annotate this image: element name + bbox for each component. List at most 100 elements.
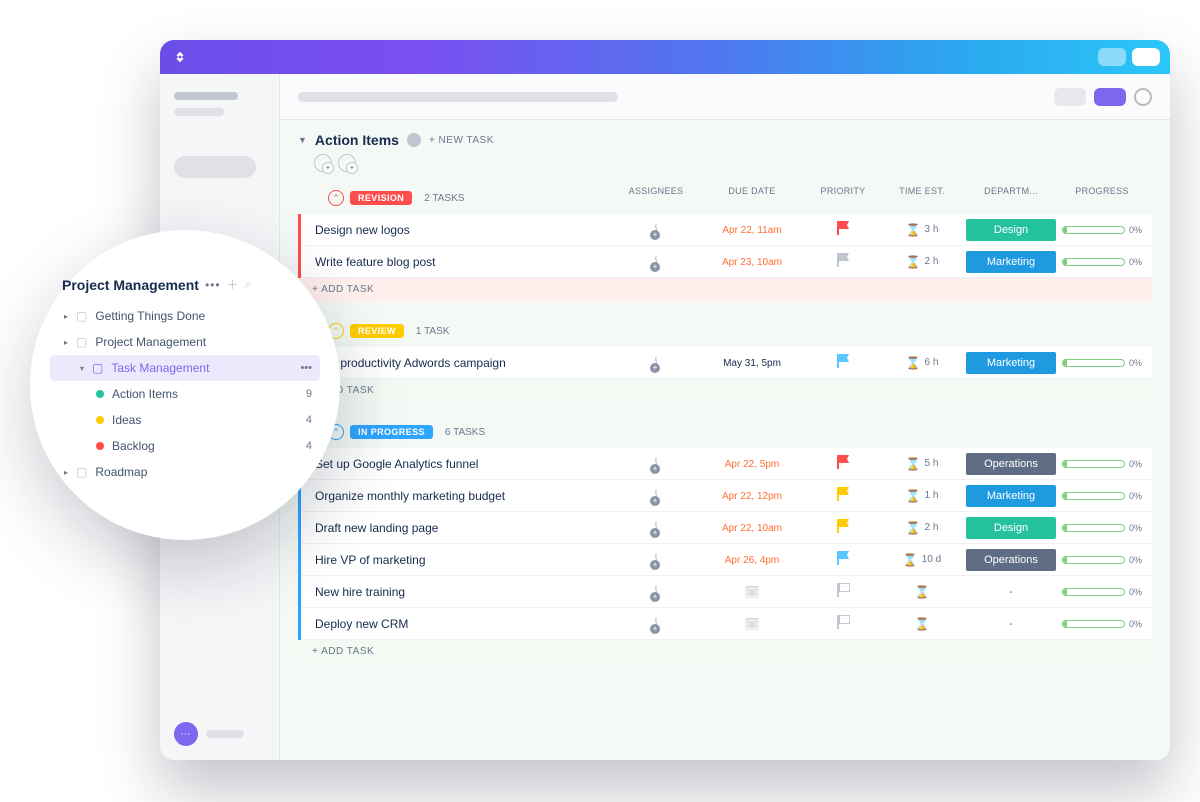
column-header-due: DUE DATE — [702, 186, 802, 210]
tree-item-meta: 4 — [306, 440, 312, 452]
time-estimate[interactable]: ⌛3 h — [884, 223, 960, 237]
hourglass-icon: ⌛ — [915, 585, 930, 599]
department-tag[interactable]: Marketing — [966, 485, 1056, 507]
hourglass-icon: ⌛ — [906, 356, 921, 370]
assignee-add-icon[interactable] — [655, 521, 657, 535]
tree-item[interactable]: ▸▢Project Management — [50, 329, 320, 355]
department-tag[interactable]: Operations — [966, 549, 1056, 571]
department-tag[interactable]: Marketing — [966, 251, 1056, 273]
tree-item[interactable]: ▸▢Getting Things Done — [50, 303, 320, 329]
tree-item-label: Project Management — [95, 335, 206, 349]
more-icon[interactable]: ••• — [205, 278, 221, 292]
time-estimate[interactable]: ⌛2 h — [884, 521, 960, 535]
time-estimate[interactable]: ⌛ — [884, 617, 960, 631]
assignee-add-icon[interactable] — [655, 553, 657, 567]
due-date[interactable]: Apr 22, 12pm — [722, 491, 782, 502]
department-tag[interactable]: Marketing — [966, 352, 1056, 374]
time-estimate[interactable]: ⌛ — [884, 585, 960, 599]
due-date[interactable]: Apr 23, 10am — [722, 257, 782, 268]
chat-button[interactable]: ⋯ — [174, 722, 198, 746]
priority-flag-icon[interactable] — [837, 487, 849, 501]
due-date[interactable]: Apr 22, 5pm — [725, 459, 779, 470]
filter-icon[interactable] — [314, 154, 332, 172]
new-task-button[interactable]: + NEW TASK — [429, 135, 494, 146]
priority-flag-icon[interactable] — [837, 615, 849, 629]
chevron-down-icon[interactable]: ▼ — [298, 135, 307, 145]
assignee-add-icon[interactable] — [655, 585, 657, 599]
search-icon[interactable]: ⌕ — [245, 277, 252, 292]
calendar-icon[interactable]: 🗓 — [744, 585, 759, 599]
sidebar-search[interactable] — [174, 156, 256, 178]
add-task-button[interactable]: + ADD TASK — [298, 640, 1152, 663]
task-row[interactable]: Deploy new CRM🗓⌛-0% — [301, 608, 1152, 640]
task-title: Set up Google Analytics funnel — [315, 457, 610, 471]
status-dot-icon — [96, 416, 104, 424]
toolbar — [280, 74, 1170, 120]
assignee-add-icon[interactable] — [655, 255, 657, 269]
tree-item[interactable]: ▾▢Task Management••• — [50, 355, 320, 381]
progress-percent: 0% — [1129, 555, 1142, 565]
priority-flag-icon[interactable] — [837, 354, 849, 368]
assignee-filter-icon[interactable] — [338, 154, 356, 172]
column-header-assignees — [616, 319, 696, 343]
view-toggle[interactable] — [1054, 88, 1086, 106]
department-tag[interactable]: - — [966, 613, 1056, 635]
assignee-add-icon[interactable] — [655, 489, 657, 503]
add-task-button[interactable]: + ADD TASK — [298, 379, 1152, 402]
task-row[interactable]: Design new logosApr 22, 11am⌛3 hDesign0% — [301, 214, 1152, 246]
tree-item[interactable]: Ideas4 — [50, 407, 320, 433]
task-row[interactable]: New hire training🗓⌛-0% — [301, 576, 1152, 608]
priority-flag-icon[interactable] — [837, 221, 849, 235]
time-estimate[interactable]: ⌛10 d — [884, 553, 960, 567]
assignee-add-icon[interactable] — [655, 457, 657, 471]
titlebar-button[interactable] — [1132, 48, 1160, 66]
due-date[interactable]: May 31, 5pm — [723, 358, 781, 369]
add-task-button[interactable]: + ADD TASK — [298, 278, 1152, 301]
progress-percent: 0% — [1129, 587, 1142, 597]
assignee-add-icon[interactable] — [655, 356, 657, 370]
task-row[interactable]: Organize monthly marketing budgetApr 22,… — [301, 480, 1152, 512]
info-icon[interactable] — [407, 133, 421, 147]
due-date[interactable]: Apr 22, 11am — [722, 225, 781, 236]
collapse-toggle[interactable]: ⌃ — [328, 190, 344, 206]
task-row[interactable]: Draft new landing pageApr 22, 10am⌛2 hDe… — [301, 512, 1152, 544]
priority-flag-icon[interactable] — [837, 455, 849, 469]
due-date[interactable]: Apr 22, 10am — [722, 523, 782, 534]
plus-icon[interactable]: ＋ — [227, 276, 239, 293]
gear-icon[interactable] — [1134, 88, 1152, 106]
tree-item[interactable]: Action Items9 — [50, 381, 320, 407]
assignee-add-icon[interactable] — [655, 223, 657, 237]
department-tag[interactable]: - — [966, 581, 1056, 603]
due-date[interactable]: Apr 26, 4pm — [725, 555, 779, 566]
tree-item[interactable]: ▸▢Roadmap — [50, 459, 320, 485]
time-estimate[interactable]: ⌛6 h — [884, 356, 960, 370]
task-row[interactable]: Run productivity Adwords campaignMay 31,… — [301, 347, 1152, 379]
titlebar-button[interactable] — [1098, 48, 1126, 66]
task-count: 1 TASK — [416, 326, 450, 337]
column-header-progress — [1062, 319, 1142, 343]
priority-flag-icon[interactable] — [837, 551, 849, 565]
progress-bar — [1062, 524, 1125, 532]
time-estimate[interactable]: ⌛1 h — [884, 489, 960, 503]
column-header-priority — [808, 420, 878, 444]
priority-flag-icon[interactable] — [837, 583, 849, 597]
time-estimate[interactable]: ⌛2 h — [884, 255, 960, 269]
time-estimate[interactable]: ⌛5 h — [884, 457, 960, 471]
task-row[interactable]: Write feature blog postApr 23, 10am⌛2 hM… — [301, 246, 1152, 278]
assignee-add-icon[interactable] — [655, 617, 657, 631]
status-label: REVIEW — [350, 324, 404, 338]
task-row[interactable]: Hire VP of marketingApr 26, 4pm⌛10 dOper… — [301, 544, 1152, 576]
task-row[interactable]: Set up Google Analytics funnel Apr 22, 5p… — [301, 448, 1152, 480]
department-tag[interactable]: Operations — [966, 453, 1056, 475]
department-tag[interactable]: Design — [966, 517, 1056, 539]
priority-flag-icon[interactable] — [837, 253, 849, 267]
department-tag[interactable]: Design — [966, 219, 1056, 241]
column-header-progress: PROGRESS — [1062, 186, 1142, 210]
calendar-icon[interactable]: 🗓 — [744, 617, 759, 631]
tree-item[interactable]: Backlog4 — [50, 433, 320, 459]
task-list: Set up Google Analytics funnel Apr 22, 5p… — [298, 448, 1152, 640]
space-popover: Project Management ••• ＋ ⌕ ▸▢Getting Thi… — [30, 230, 340, 540]
progress-cell: 0% — [1062, 358, 1142, 368]
view-toggle-active[interactable] — [1094, 88, 1126, 106]
priority-flag-icon[interactable] — [837, 519, 849, 533]
